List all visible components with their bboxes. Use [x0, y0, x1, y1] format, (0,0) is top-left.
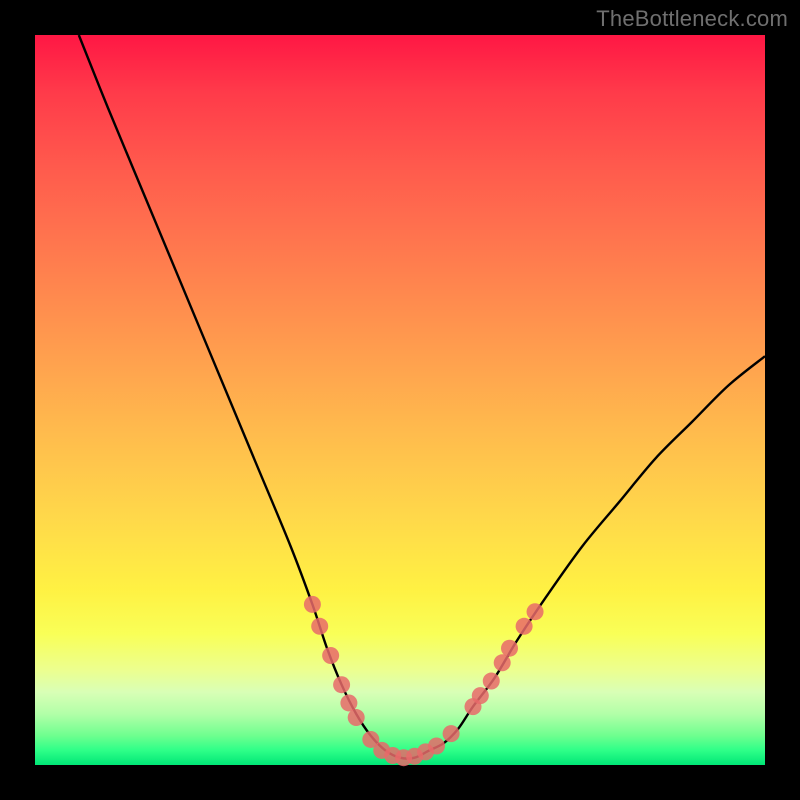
- data-marker: [333, 676, 350, 693]
- plot-area: [35, 35, 765, 765]
- data-marker: [311, 618, 328, 635]
- data-marker: [516, 618, 533, 635]
- marker-group: [304, 596, 544, 766]
- data-marker: [483, 673, 500, 690]
- data-marker: [443, 725, 460, 742]
- data-marker: [501, 640, 518, 657]
- data-marker: [322, 647, 339, 664]
- data-marker: [340, 694, 357, 711]
- data-marker: [494, 654, 511, 671]
- data-marker: [472, 687, 489, 704]
- data-marker: [428, 738, 445, 755]
- data-marker: [527, 603, 544, 620]
- watermark-text: TheBottleneck.com: [596, 6, 788, 32]
- bottleneck-curve: [79, 35, 765, 759]
- data-marker: [304, 596, 321, 613]
- chart-frame: TheBottleneck.com: [0, 0, 800, 800]
- chart-svg: [35, 35, 765, 765]
- data-marker: [348, 709, 365, 726]
